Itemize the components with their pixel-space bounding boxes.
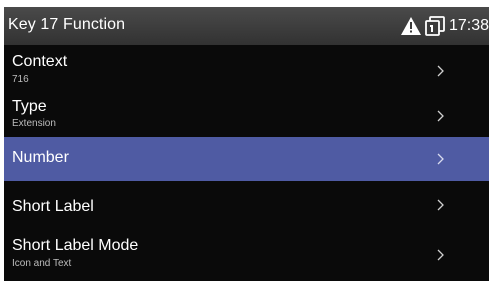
mobile-device-icon xyxy=(425,16,445,36)
phone-screen: Key 17 Function 17:38 Context 716 Type E… xyxy=(4,7,489,281)
menu-item-value: Icon and Text xyxy=(12,258,72,269)
menu-item-label: Type xyxy=(12,98,47,115)
menu-item-value: Extension xyxy=(12,118,56,129)
chevron-right-icon xyxy=(437,65,444,77)
menu-item-label: Short Label xyxy=(12,198,94,215)
menu-item-label: Context xyxy=(12,53,68,70)
chevron-right-icon xyxy=(437,199,444,211)
menu-item-label: Number xyxy=(12,149,69,166)
menu-item-type[interactable]: Type Extension xyxy=(4,95,489,137)
menu-item-context[interactable]: Context 716 xyxy=(4,47,489,95)
chevron-right-icon xyxy=(437,110,444,122)
clock: 17:38 xyxy=(448,17,489,34)
warning-icon xyxy=(400,17,421,35)
menu-item-short-label-mode[interactable]: Short Label Mode Icon and Text xyxy=(4,229,489,281)
menu-item-short-label[interactable]: Short Label xyxy=(4,181,489,229)
menu-item-number[interactable]: Number xyxy=(4,137,489,181)
chevron-right-icon xyxy=(437,249,444,261)
menu-item-value: 716 xyxy=(12,74,29,85)
status-bar: Key 17 Function 17:38 xyxy=(4,7,489,45)
screen-title: Key 17 Function xyxy=(8,16,126,33)
status-indicators: 17:38 xyxy=(400,14,489,38)
menu-item-label: Short Label Mode xyxy=(12,237,139,254)
chevron-right-icon xyxy=(437,153,444,165)
